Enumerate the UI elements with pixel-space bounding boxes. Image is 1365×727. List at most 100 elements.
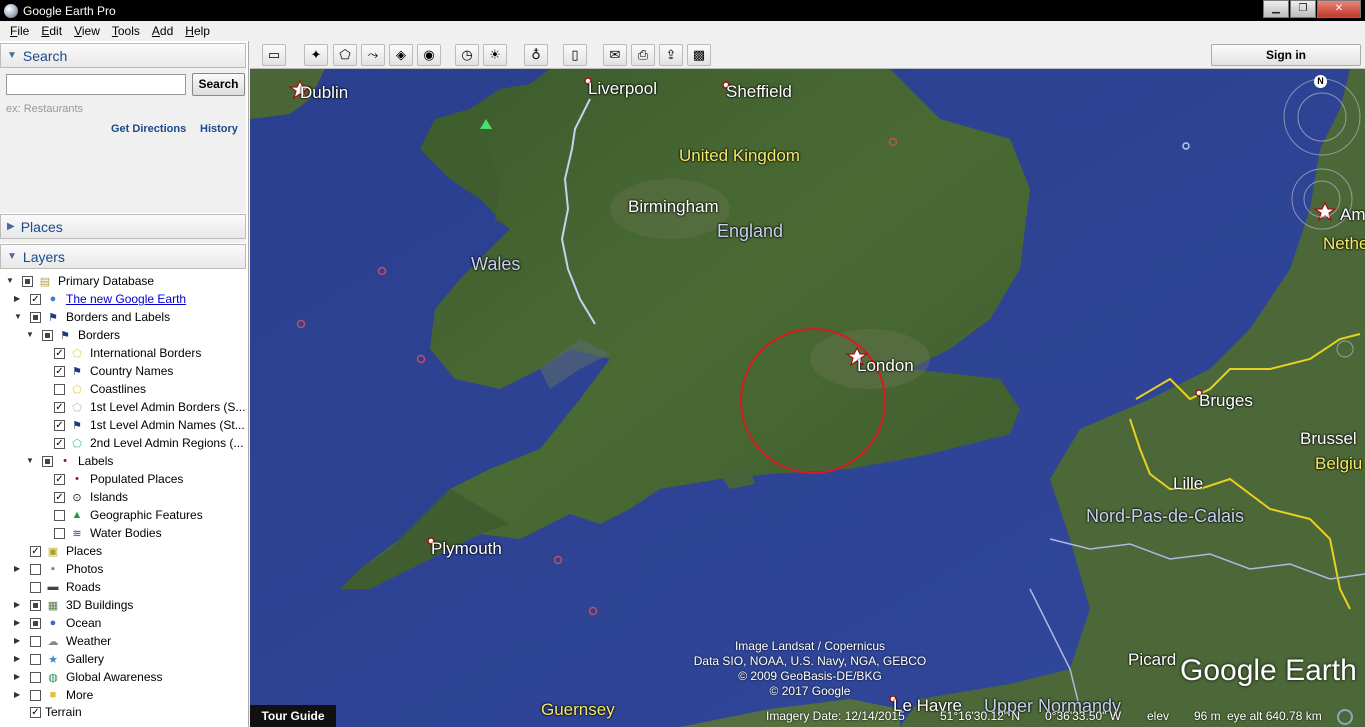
- layer-item[interactable]: ✓ • Populated Places: [54, 470, 183, 488]
- map-label[interactable]: Liverpool: [588, 79, 657, 99]
- map-label[interactable]: Dublin: [300, 83, 348, 103]
- menu-edit[interactable]: Edit: [35, 24, 68, 38]
- tour-guide-button[interactable]: Tour Guide: [250, 705, 336, 727]
- expand-arrow-icon[interactable]: ▶: [14, 619, 22, 627]
- layer-checkbox[interactable]: [30, 689, 41, 701]
- save-image-icon[interactable]: ⇪: [659, 44, 683, 66]
- layer-checkbox[interactable]: [30, 671, 41, 683]
- layer-item[interactable]: ✓ ⬠ 1st Level Admin Borders (S...: [54, 398, 245, 416]
- collapse-arrow-icon[interactable]: ▼: [26, 457, 34, 465]
- layer-checkbox[interactable]: [42, 329, 53, 341]
- layer-label[interactable]: The new Google Earth: [66, 292, 186, 306]
- layer-checkbox[interactable]: [30, 617, 41, 629]
- panel-splitter[interactable]: [0, 209, 246, 213]
- layer-checkbox[interactable]: [42, 455, 53, 467]
- layer-item[interactable]: ✓ ⊙ Islands: [54, 488, 128, 506]
- expand-arrow-icon[interactable]: ▶: [14, 637, 22, 645]
- view-in-maps-icon[interactable]: ▩: [687, 44, 711, 66]
- collapse-arrow-icon[interactable]: ▼: [26, 331, 34, 339]
- record-tour-icon[interactable]: ◉: [417, 44, 441, 66]
- polygon-icon[interactable]: ⬠: [333, 44, 357, 66]
- menu-tools[interactable]: Tools: [106, 24, 146, 38]
- layer-item[interactable]: ▪ Photos: [30, 560, 103, 578]
- layer-checkbox[interactable]: [30, 563, 41, 575]
- expand-arrow-icon[interactable]: ▶: [14, 601, 22, 609]
- map-label[interactable]: Wales: [471, 254, 520, 275]
- layer-checkbox[interactable]: [30, 635, 41, 647]
- sunlight-icon[interactable]: ☀: [483, 44, 507, 66]
- layer-item[interactable]: ✓ Terrain: [30, 703, 82, 721]
- menu-file[interactable]: File: [4, 24, 35, 38]
- layers-panel-header[interactable]: ▼ Layers: [0, 244, 246, 269]
- search-button[interactable]: Search: [192, 73, 245, 96]
- layer-checkbox[interactable]: [22, 275, 33, 287]
- sign-in-button[interactable]: Sign in: [1211, 44, 1361, 66]
- map-label[interactable]: Sheffield: [726, 82, 792, 102]
- layer-item[interactable]: ✓ ⬠ International Borders: [54, 344, 201, 362]
- layer-item[interactable]: ✓ ● The new Google Earth: [30, 290, 186, 308]
- places-panel-header[interactable]: ▶ Places: [0, 214, 246, 239]
- print-icon[interactable]: ⎙: [631, 44, 655, 66]
- panel-splitter[interactable]: [0, 239, 246, 243]
- expand-arrow-icon[interactable]: ▶: [14, 655, 22, 663]
- expand-arrow-icon[interactable]: ▶: [14, 295, 22, 303]
- map-label[interactable]: Amst: [1340, 205, 1365, 225]
- placemark-icon[interactable]: ✦: [304, 44, 328, 66]
- layer-checkbox[interactable]: [30, 599, 41, 611]
- layer-item[interactable]: ⚑ Borders: [42, 326, 120, 344]
- layer-checkbox[interactable]: ✓: [54, 365, 65, 377]
- layer-item[interactable]: ✓ ⬠ 2nd Level Admin Regions (...: [54, 434, 243, 452]
- image-overlay-icon[interactable]: ◈: [389, 44, 413, 66]
- layer-checkbox[interactable]: ✓: [54, 419, 65, 431]
- layer-checkbox[interactable]: [54, 527, 65, 539]
- email-icon[interactable]: ✉: [603, 44, 627, 66]
- map-label[interactable]: Nethe: [1323, 234, 1365, 254]
- map-label[interactable]: Belgiu: [1315, 454, 1362, 474]
- collapse-arrow-icon[interactable]: ▼: [14, 313, 22, 321]
- compass-north-indicator[interactable]: N: [1314, 75, 1327, 88]
- expand-arrow-icon[interactable]: ▶: [14, 691, 22, 699]
- map-label[interactable]: Bruges: [1199, 391, 1253, 411]
- get-directions-link[interactable]: Get Directions: [111, 123, 186, 135]
- map-label[interactable]: Plymouth: [431, 539, 502, 559]
- map-label[interactable]: Nord-Pas-de-Calais: [1086, 506, 1244, 527]
- layer-item[interactable]: ☁ Weather: [30, 632, 111, 650]
- planets-icon[interactable]: ♁: [524, 44, 548, 66]
- layer-checkbox[interactable]: [54, 383, 65, 395]
- menu-add[interactable]: Add: [146, 24, 179, 38]
- history-link[interactable]: History: [200, 123, 238, 135]
- layer-item[interactable]: ⬠ Coastlines: [54, 380, 146, 398]
- menu-help[interactable]: Help: [179, 24, 216, 38]
- layer-checkbox[interactable]: ✓: [54, 473, 65, 485]
- map-label[interactable]: Lille: [1173, 474, 1203, 494]
- layer-checkbox[interactable]: [54, 509, 65, 521]
- layer-item[interactable]: ✓ ▣ Places: [30, 542, 102, 560]
- ruler-icon[interactable]: ▯: [563, 44, 587, 66]
- map-label[interactable]: Birmingham: [628, 197, 719, 217]
- expand-arrow-icon[interactable]: ▶: [14, 565, 22, 573]
- maximize-button[interactable]: ❐: [1290, 0, 1316, 18]
- layer-item[interactable]: ✓ ⚑ 1st Level Admin Names (St...: [54, 416, 245, 434]
- earth-map-view[interactable]: Dublin Liverpool Sheffield United Kingdom Bi…: [250, 69, 1365, 727]
- layer-checkbox[interactable]: ✓: [30, 293, 41, 305]
- layer-checkbox[interactable]: ✓: [54, 401, 65, 413]
- layer-item[interactable]: ● Ocean: [30, 614, 101, 632]
- search-panel-header[interactable]: ▼ Search: [0, 43, 246, 68]
- path-icon[interactable]: ⤳: [361, 44, 385, 66]
- collapse-arrow-icon[interactable]: ▼: [6, 277, 14, 285]
- layer-checkbox[interactable]: ✓: [54, 347, 65, 359]
- map-label[interactable]: London: [857, 356, 914, 376]
- layer-checkbox[interactable]: ✓: [30, 545, 41, 557]
- sidebar-toggle-icon[interactable]: ▭: [262, 44, 286, 66]
- layer-checkbox[interactable]: [30, 653, 41, 665]
- layer-item[interactable]: ✓ ⚑ Country Names: [54, 362, 173, 380]
- minimize-button[interactable]: ▁: [1263, 0, 1289, 18]
- layer-checkbox[interactable]: ✓: [54, 491, 65, 503]
- layer-item[interactable]: • Labels: [42, 452, 113, 470]
- layer-item[interactable]: ▬ Roads: [30, 578, 101, 596]
- layer-item[interactable]: ◍ Global Awareness: [30, 668, 163, 686]
- map-label[interactable]: Picard: [1128, 650, 1176, 670]
- layer-checkbox[interactable]: [30, 581, 41, 593]
- layer-item[interactable]: ≋ Water Bodies: [54, 524, 162, 542]
- map-label[interactable]: England: [717, 221, 783, 242]
